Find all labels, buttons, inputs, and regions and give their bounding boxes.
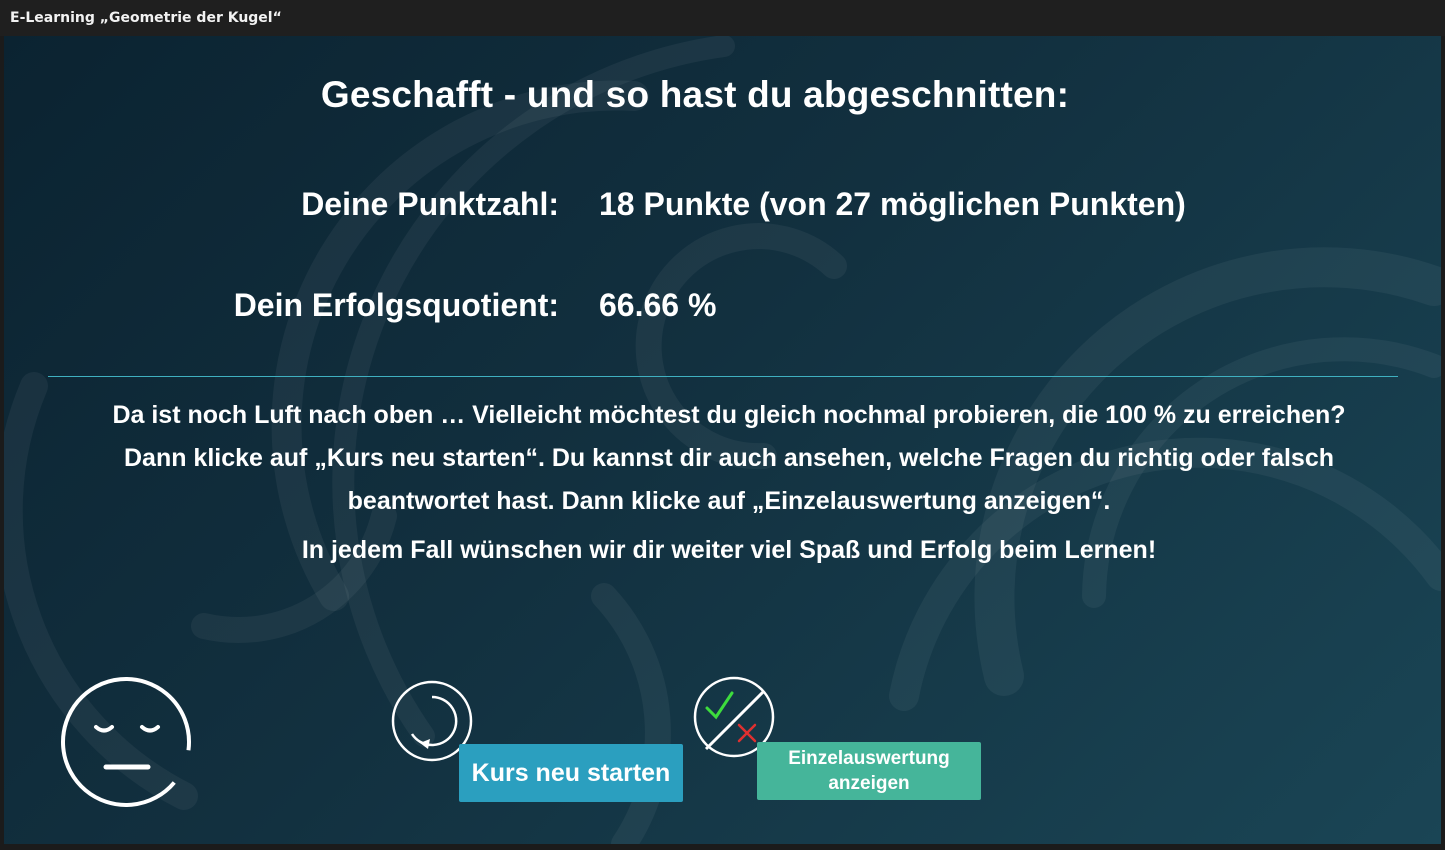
closing-message: In jedem Fall wünschen wir dir weiter vi…	[301, 536, 1157, 564]
show-evaluation-label-line1: Einzelauswertung	[788, 748, 950, 769]
success-quotient-label: Dein Erfolgsquotient:	[233, 287, 559, 323]
score-value: 18 Punkte (von 27 möglichen Punkten)	[599, 186, 1186, 222]
divider	[48, 376, 1398, 377]
window-title: E-Learning „Geometrie der Kugel“	[10, 10, 282, 26]
feedback-message: Da ist noch Luft nach oben … Vielleicht …	[112, 401, 1346, 515]
show-evaluation-button[interactable]: Einzelauswertung anzeigen	[757, 742, 981, 800]
success-quotient-value: 66.66 %	[599, 287, 717, 323]
show-evaluation-label-line2: anzeigen	[828, 773, 910, 794]
neutral-face-icon	[61, 677, 191, 807]
score-label: Deine Punktzahl:	[301, 186, 559, 222]
restart-course-button[interactable]: Kurs neu starten	[459, 744, 683, 802]
result-slide: Geschafft - und so hast du abgeschnitten…	[4, 36, 1441, 844]
result-heading: Geschafft - und so hast du abgeschnitten…	[320, 74, 1070, 115]
window-title-bar: E-Learning „Geometrie der Kugel“	[0, 0, 1445, 36]
